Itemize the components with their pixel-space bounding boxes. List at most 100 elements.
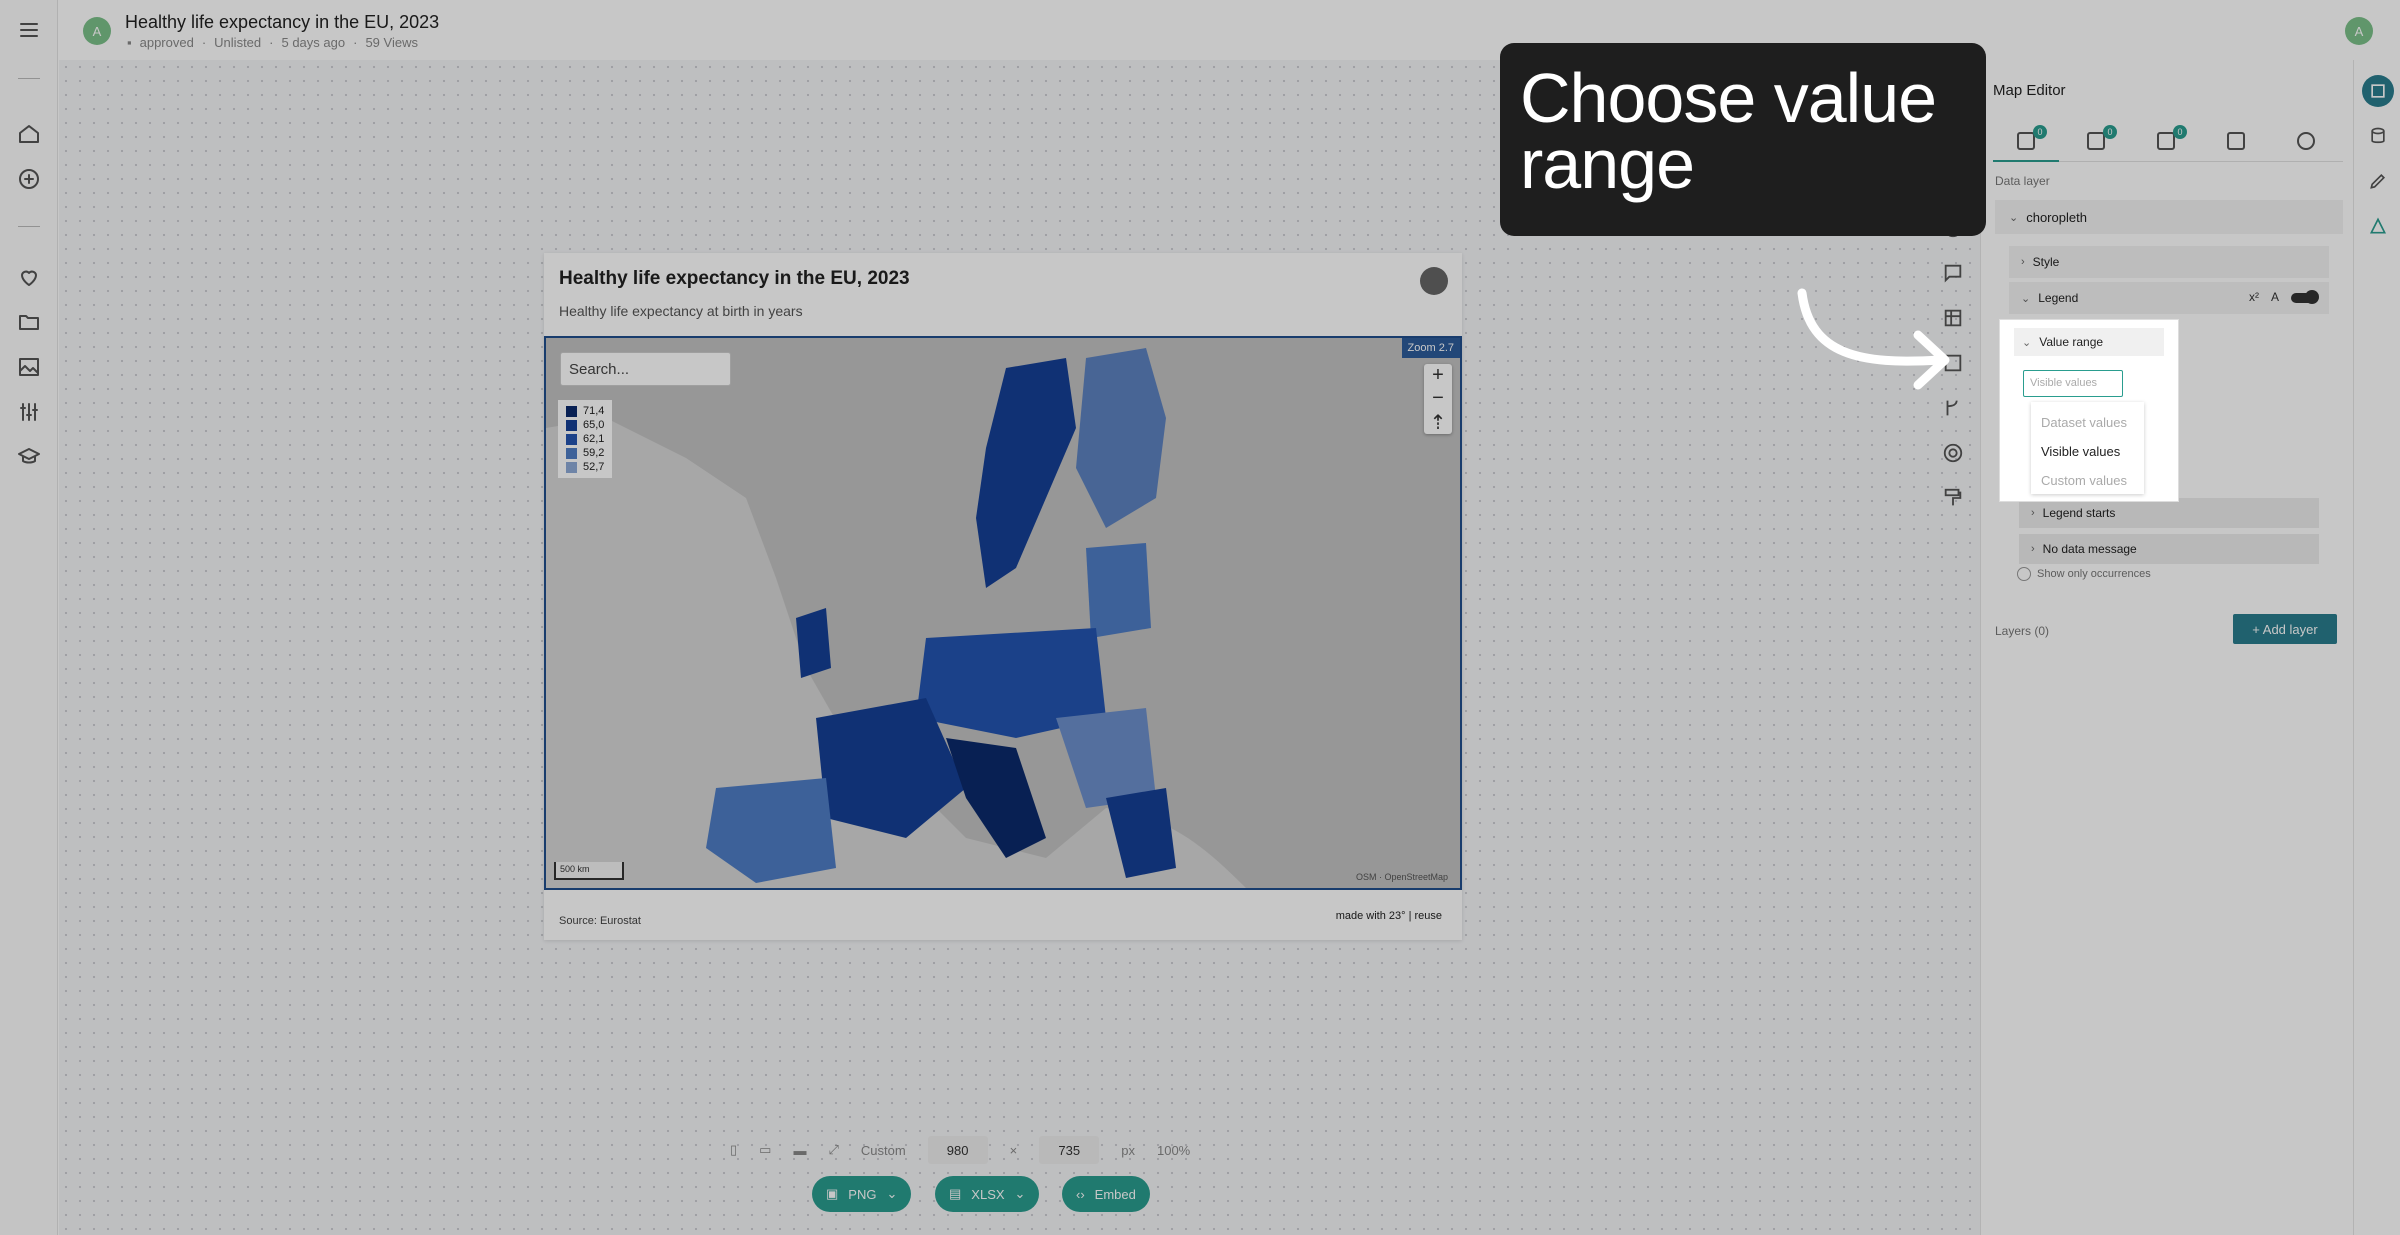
legend-item: 59,2 [566, 446, 604, 460]
brand-icon[interactable] [2362, 210, 2394, 242]
section-label: Value range [2039, 335, 2104, 349]
region-baltics [1086, 543, 1151, 638]
settings-icon[interactable] [1942, 442, 1966, 466]
legend-item: 71,4 [566, 404, 604, 418]
made-with-text[interactable]: made with 23° | reuse [1336, 910, 1442, 922]
visibility-label: Unlisted [214, 35, 262, 50]
pencil-icon[interactable] [2362, 165, 2394, 197]
code-icon: ‹› [1076, 1186, 1085, 1202]
data-layer-label: Data layer [1995, 174, 2050, 188]
legend-label: 59,2 [583, 447, 605, 459]
layers-icon [2017, 132, 2035, 150]
zoom-in-icon[interactable]: + [1432, 364, 1444, 387]
document-title[interactable]: Healthy life expectancy in the EU, 2023 [125, 12, 439, 33]
tab-data[interactable]: 0 [1993, 122, 2059, 162]
option-custom-values[interactable]: Custom values [2041, 466, 2134, 495]
nav-divider [18, 226, 40, 227]
times-sign: × [1009, 1142, 1018, 1158]
tab-projection[interactable] [2273, 122, 2339, 162]
value-range-highlight: ⌄ Value range Visible values Dataset valu… [2000, 320, 2178, 501]
brand-logo [1420, 267, 1448, 295]
legend-swatch [566, 405, 577, 417]
nav-divider [18, 78, 40, 79]
section-no-data[interactable]: › No data message [2019, 534, 2319, 564]
embed-button[interactable]: ‹› Embed [1062, 1176, 1150, 1212]
size-toolbar: ▯ ▭ ▬ ⤢ Custom 980 × 735 px 100% [730, 1130, 1290, 1170]
compass-icon[interactable]: ⇡ [1430, 410, 1447, 435]
section-style[interactable]: › Style [2009, 246, 2329, 278]
desktop-icon[interactable]: ▬ [793, 1143, 806, 1158]
sliders-icon[interactable] [17, 400, 41, 424]
add-layer-button[interactable]: + Add layer [2233, 614, 2337, 644]
zoom-out-icon[interactable]: − [1432, 387, 1444, 410]
section-label: Legend [2038, 291, 2079, 305]
preset-select[interactable]: Custom [861, 1143, 906, 1158]
add-icon[interactable] [17, 167, 41, 191]
user-avatar[interactable]: A [2345, 17, 2373, 45]
checkbox-label: Show only occurrences [2037, 568, 2151, 580]
layer-name: choropleth [2026, 209, 2087, 225]
section-legend-starts[interactable]: › Legend starts [2019, 498, 2319, 528]
graduation-icon[interactable] [17, 445, 41, 469]
export-png-button[interactable]: ▣ PNG ⌄ [812, 1176, 912, 1212]
source-text[interactable]: Source: Eurostat [559, 915, 641, 927]
chevron-down-icon[interactable]: ⌄ [1015, 1186, 1026, 1202]
height-input[interactable]: 735 [1039, 1136, 1100, 1164]
map-card: Healthy life expectancy in the EU, 2023 … [544, 253, 1462, 940]
save-icon[interactable] [2362, 75, 2394, 107]
zoom-controls: + − ⇡ [1424, 364, 1452, 434]
legend-label: 71,4 [583, 405, 605, 417]
menu-icon[interactable] [17, 18, 41, 42]
show-only-checkbox[interactable]: Show only occurrences [2017, 567, 2151, 581]
map-subtitle[interactable]: Healthy life expectancy at birth in year… [559, 303, 803, 319]
export-xlsx-button[interactable]: ▤ XLSX ⌄ [935, 1176, 1040, 1212]
option-visible-values[interactable]: Visible values [2041, 437, 2134, 466]
home-icon[interactable] [17, 122, 41, 146]
legend-label: 62,1 [583, 433, 605, 445]
fullscreen-icon[interactable]: ⤢ [828, 1142, 838, 1158]
chevron-right-icon: › [2031, 507, 2035, 519]
legend-label: 52,7 [583, 461, 605, 473]
tab-filter[interactable]: 0 [2063, 122, 2129, 162]
map-title[interactable]: Healthy life expectancy in the EU, 2023 [559, 268, 910, 290]
chevron-right-icon: › [2031, 543, 2035, 555]
tab-basemap[interactable] [2203, 122, 2269, 162]
layers-count: Layers (0) [1995, 624, 2050, 638]
tab-markers[interactable]: 0 [2133, 122, 2199, 162]
value-range-section[interactable]: ⌄ Value range [2014, 328, 2164, 356]
comment-icon[interactable] [1942, 262, 1966, 286]
section-legend[interactable]: ⌄ Legend x² A [2009, 282, 2329, 314]
legend-toggle[interactable] [2291, 290, 2319, 304]
avatar[interactable]: A [83, 17, 111, 45]
chevron-down-icon[interactable]: ⌄ [886, 1186, 897, 1202]
map-icon [2227, 132, 2245, 150]
width-input[interactable]: 980 [927, 1136, 988, 1164]
heart-icon[interactable] [17, 265, 41, 289]
mobile-icon[interactable]: ▯ [730, 1142, 737, 1158]
folder-icon: ▪ [127, 35, 132, 50]
folder-icon[interactable] [17, 310, 41, 334]
legend-swatch [566, 461, 577, 473]
map[interactable]: Search... 71,4 65,0 62,1 59,2 52,7 Zoom 2.7 … [544, 336, 1462, 890]
panel-title: Map Editor [1993, 82, 2066, 99]
document-meta: ▪ approved · Unlisted · 5 days ago · 59 … [127, 35, 418, 50]
database-icon[interactable] [2362, 120, 2394, 152]
legend-swatch [566, 433, 577, 445]
unit-select[interactable]: px [1121, 1143, 1135, 1158]
tablet-icon[interactable]: ▭ [759, 1142, 771, 1158]
paint-roller-icon[interactable] [1942, 487, 1966, 511]
option-dataset-values[interactable]: Dataset values [2041, 408, 2134, 437]
globe-icon [2297, 132, 2315, 150]
value-range-select[interactable]: Visible values [2023, 370, 2123, 397]
image-icon[interactable] [17, 355, 41, 379]
zoom-value[interactable]: 100% [1157, 1143, 1190, 1158]
layer-choropleth[interactable]: ⌄ choropleth [1995, 200, 2343, 234]
map-attribution[interactable]: OSM · OpenStreetMap [1356, 872, 1448, 882]
legend-swatch [566, 447, 577, 459]
legend-item: 52,7 [566, 460, 604, 474]
right-bar [2353, 60, 2400, 1235]
superscript-icon[interactable]: x² [2249, 290, 2259, 304]
font-icon[interactable]: A [2271, 290, 2279, 304]
map-search-input[interactable]: Search... [560, 352, 731, 386]
left-nav [0, 0, 58, 1235]
